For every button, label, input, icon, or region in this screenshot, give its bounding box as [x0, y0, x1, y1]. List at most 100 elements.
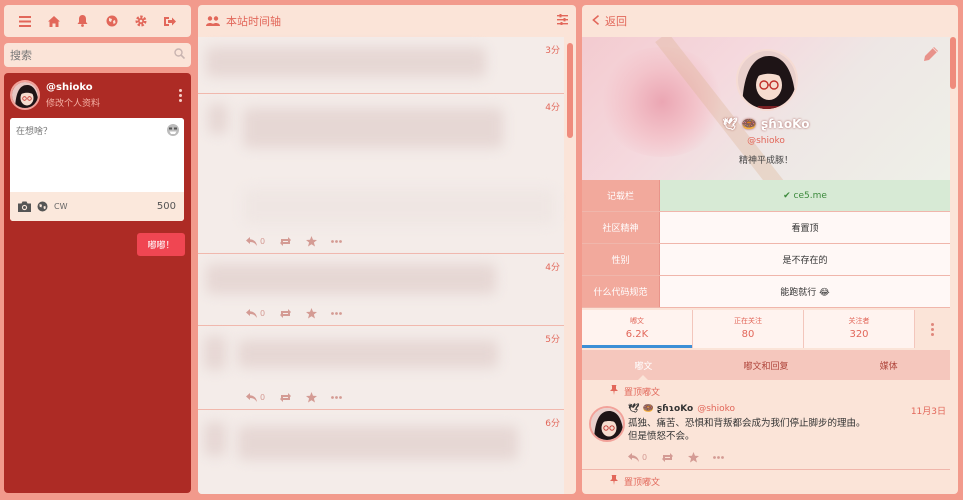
status-time[interactable]: 4分 — [545, 100, 560, 113]
profile-column: 返回 🕊 🍩 ʂɦɿoKo @shioko 精神平成豚！ 记载栏 ✔ ce5.m… — [582, 5, 958, 494]
favourite-star-icon[interactable] — [306, 308, 318, 319]
pinned-label-text: 置顶嘟文 — [624, 478, 661, 488]
search-input[interactable] — [10, 48, 174, 62]
timeline-status[interactable]: 3分 — [198, 37, 564, 94]
timeline-status[interactable]: 4分 0 — [198, 254, 564, 326]
post-body-line: 孤独、痛苦、恐惧和背叛都会成为我们停止脚步的理由。 — [628, 418, 866, 429]
search-icon[interactable] — [174, 48, 186, 62]
content-warning-toggle[interactable]: CW — [54, 202, 68, 211]
stat-value: 320 — [849, 329, 869, 340]
timeline-list: 3分 4分 0 4分 0 5分 0 6分 — [198, 37, 564, 494]
reply-count: 0 — [260, 309, 266, 318]
field-value-link[interactable]: ✔ ce5.me — [660, 180, 950, 211]
tab-toots[interactable]: 嘟文 — [582, 350, 705, 380]
boost-icon[interactable] — [661, 453, 674, 462]
more-dots-icon[interactable] — [331, 312, 342, 315]
compose-textarea[interactable] — [10, 118, 184, 190]
tab-media[interactable]: 媒体 — [827, 350, 950, 380]
stat-toots[interactable]: 嘟文 6.2K — [582, 310, 693, 348]
nav-bar — [4, 5, 191, 37]
status-time[interactable]: 4分 — [545, 260, 560, 273]
boost-icon[interactable] — [279, 237, 292, 246]
reply-count: 0 — [260, 393, 266, 402]
blurred-avatar — [208, 104, 228, 134]
reply-icon[interactable]: 0 — [246, 393, 265, 402]
more-dots-icon[interactable] — [331, 240, 342, 243]
reply-icon[interactable]: 0 — [246, 309, 265, 318]
profile-display-name: 🕊 🍩 ʂɦɿoKo — [722, 117, 810, 131]
profile-tabs: 嘟文 嘟文和回复 媒体 — [582, 350, 950, 380]
more-dots-icon[interactable] — [713, 456, 724, 459]
account-handle[interactable]: @shioko — [46, 82, 177, 93]
globe-icon[interactable] — [101, 10, 123, 32]
field-name: 什么代码规范 — [582, 276, 660, 307]
profile-bio: 精神平成豚！ — [738, 156, 793, 166]
compose-box: CW 500 — [10, 118, 184, 221]
timeline-status[interactable]: 4分 0 — [198, 94, 564, 254]
profile-scrollbar[interactable] — [950, 37, 956, 89]
bell-icon[interactable] — [72, 10, 94, 32]
timeline-status[interactable]: 6分 — [198, 410, 564, 494]
gear-icon[interactable] — [130, 10, 152, 32]
favourite-star-icon[interactable] — [306, 236, 318, 247]
favourite-star-icon[interactable] — [688, 452, 700, 463]
profile-banner: 🕊 🍩 ʂɦɿoKo @shioko 精神平成豚！ — [582, 37, 950, 180]
reply-icon[interactable]: 0 — [628, 453, 647, 462]
edit-pencil-icon[interactable] — [924, 47, 938, 64]
profile-more-icon[interactable] — [915, 310, 950, 348]
account-menu-icon[interactable] — [177, 88, 183, 102]
status-time[interactable]: 6分 — [545, 416, 560, 429]
field-value: 是不存在的 — [660, 244, 950, 275]
stat-label: 关注者 — [848, 317, 870, 325]
column-settings-icon[interactable] — [557, 14, 568, 28]
blurred-media — [244, 189, 554, 224]
chevron-left-icon[interactable] — [592, 14, 599, 28]
profile-field: 性别 是不存在的 — [582, 244, 950, 276]
blurred-content — [206, 47, 486, 77]
tab-toots-and-replies[interactable]: 嘟文和回复 — [705, 350, 828, 380]
post-handle[interactable]: @shioko — [697, 404, 735, 417]
timeline-status[interactable]: 5分 0 — [198, 326, 564, 410]
users-icon — [206, 16, 220, 26]
field-name: 性别 — [582, 244, 660, 275]
boost-icon[interactable] — [279, 309, 292, 318]
menu-icon[interactable] — [14, 10, 36, 32]
boost-icon[interactable] — [279, 393, 292, 402]
field-value: 能跑就行 😂 — [660, 276, 950, 307]
more-dots-icon[interactable] — [331, 396, 342, 399]
local-timeline-column: 本站时间轴 3分 4分 0 4分 0 5分 0 6分 — [198, 5, 576, 494]
visibility-globe-icon[interactable] — [37, 201, 48, 212]
back-button[interactable]: 返回 — [605, 13, 627, 29]
field-value: 看置顶 — [660, 212, 950, 243]
stat-followers[interactable]: 关注者 320 — [804, 310, 915, 348]
favourite-star-icon[interactable] — [306, 392, 318, 403]
pinned-label-text: 置顶嘟文 — [624, 388, 661, 398]
stat-value: 80 — [741, 329, 755, 340]
blurred-content — [238, 426, 518, 460]
timeline-scrollbar[interactable] — [567, 43, 573, 138]
edit-profile-link[interactable]: 修改个人资料 — [46, 96, 177, 109]
stat-following[interactable]: 正在关注 80 — [693, 310, 804, 348]
post-date[interactable]: 11月3日 — [911, 404, 946, 417]
profile-field: 社区精神 看置顶 — [582, 212, 950, 244]
avatar[interactable] — [10, 80, 40, 110]
status-actions: 0 — [246, 308, 342, 319]
post-header: 🕊 🍩 ʂɦɿoKo @shioko 11月3日 — [628, 404, 946, 417]
reply-icon[interactable]: 0 — [246, 237, 265, 246]
profile-handle[interactable]: @shioko — [582, 136, 950, 146]
timeline-title[interactable]: 本站时间轴 — [226, 13, 557, 29]
toot-button[interactable]: 嘟嘟！ — [137, 233, 185, 256]
emoji-picker-icon[interactable] — [166, 123, 180, 137]
profile-field: 什么代码规范 能跑就行 😂 — [582, 276, 950, 308]
home-icon[interactable] — [43, 10, 65, 32]
pinned-post[interactable]: 🕊 🍩 ʂɦɿoKo @shioko 11月3日 孤独、痛苦、恐惧和背叛都会成为… — [582, 402, 950, 470]
camera-icon[interactable] — [18, 201, 31, 212]
post-avatar[interactable] — [589, 406, 625, 442]
post-display-name[interactable]: 🕊 🍩 ʂɦɿoKo — [628, 404, 693, 417]
blurred-content — [243, 108, 503, 148]
status-time[interactable]: 5分 — [545, 332, 560, 345]
status-time[interactable]: 3分 — [545, 43, 560, 56]
profile-fields: 记载栏 ✔ ce5.me 社区精神 看置顶 性别 是不存在的 什么代码规范 能跑… — [582, 180, 950, 308]
profile-avatar[interactable] — [736, 49, 798, 111]
logout-icon[interactable] — [159, 10, 181, 32]
